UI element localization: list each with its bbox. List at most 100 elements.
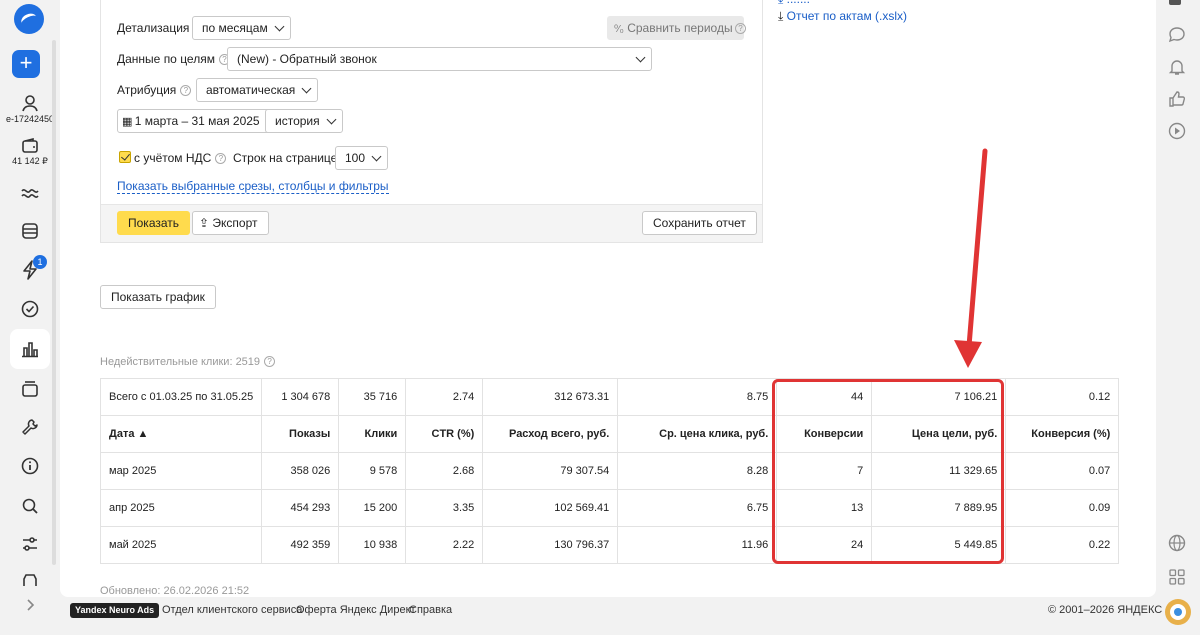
- export-button[interactable]: ⇪ Экспорт: [192, 211, 269, 235]
- table-cell: 6.75: [617, 489, 778, 527]
- tasks-item[interactable]: [0, 300, 60, 318]
- app-square-icon[interactable]: [1168, 0, 1188, 12]
- report-filters-panel: Детализация по месяцам ⁰⁄₀ Сравнить пери…: [100, 0, 763, 243]
- table-cell: 0.12: [1005, 378, 1120, 416]
- campaigns-item[interactable]: [0, 184, 60, 200]
- wallet-icon: [22, 138, 38, 153]
- expand-sidebar-button[interactable]: [0, 598, 60, 612]
- column-header-ctr[interactable]: CTR (%): [405, 415, 484, 453]
- app-logo-icon[interactable]: [14, 4, 44, 34]
- table-cell: 0.09: [1005, 489, 1120, 527]
- layers-icon: [22, 381, 38, 397]
- wallet-item[interactable]: 41 142 ₽: [0, 138, 60, 167]
- play-icon[interactable]: [1168, 122, 1188, 142]
- table-cell: 2.74: [405, 378, 484, 416]
- vat-help-icon[interactable]: ?: [215, 153, 227, 164]
- reports-item[interactable]: [0, 340, 60, 358]
- table-row: мар 2025 358 026 9 578 2.68 79 307.54 8.…: [99, 452, 1120, 490]
- table-cell: 1 304 678: [261, 378, 340, 416]
- column-header-date[interactable]: Дата ▲: [99, 415, 263, 453]
- table-cell: 102 569.41: [482, 489, 619, 527]
- chevron-right-icon: [27, 599, 35, 611]
- column-header-conversions[interactable]: Конверсии: [776, 415, 873, 453]
- bell-icon[interactable]: [1168, 58, 1188, 78]
- goals-select[interactable]: (New) - Обратный звонок: [227, 47, 652, 71]
- waves-icon: [21, 189, 39, 198]
- sidebar-scrollbar[interactable]: [52, 40, 56, 565]
- chevron-down-icon: [274, 21, 285, 32]
- goals-select-value: (New) - Обратный звонок: [237, 52, 377, 66]
- right-sidebar: [1156, 0, 1200, 635]
- chevron-down-icon: [635, 52, 646, 63]
- attribution-select[interactable]: автоматическая: [196, 78, 319, 102]
- footer-link-help[interactable]: Справка: [409, 604, 452, 616]
- tools-item[interactable]: [0, 418, 60, 436]
- invalid-clicks-help-icon[interactable]: ?: [264, 356, 276, 367]
- table-cell: 24: [776, 526, 873, 564]
- globe-icon[interactable]: [1168, 534, 1188, 554]
- date-range-picker[interactable]: ▦ 1 марта – 31 мая 2025: [117, 109, 271, 133]
- thumbs-up-icon[interactable]: [1168, 90, 1188, 110]
- user-avatar[interactable]: [1164, 598, 1192, 626]
- automation-item[interactable]: [0, 260, 60, 280]
- table-row: май 2025 492 359 10 938 2.22 130 796.37 …: [99, 526, 1120, 564]
- create-button[interactable]: +: [12, 50, 40, 78]
- table-cell: 312 673.31: [482, 378, 619, 416]
- upload-icon: ⇪: [199, 216, 210, 230]
- show-button[interactable]: Показать: [117, 211, 191, 235]
- column-header-conversion-rate[interactable]: Конверсия (%): [1005, 415, 1120, 453]
- column-header-impressions[interactable]: Показы: [261, 415, 340, 453]
- show-chart-button[interactable]: Показать график: [100, 285, 216, 309]
- yandex-neuro-ads-logo[interactable]: Yandex Neuro Ads: [70, 603, 160, 618]
- layers-item[interactable]: [0, 380, 60, 398]
- settings-item[interactable]: [0, 535, 60, 553]
- chat-icon[interactable]: [1168, 26, 1188, 46]
- footer-link-client-service[interactable]: Отдел клиентского сервиса: [162, 604, 302, 616]
- annotation-arrow-icon: [954, 148, 988, 368]
- goals-label: Данные по целям?: [117, 52, 230, 66]
- column-header-clicks[interactable]: Клики: [338, 415, 407, 453]
- rows-per-page-label: Строк на странице: [233, 151, 338, 165]
- table-cell: 35 716: [338, 378, 407, 416]
- info-icon: [21, 457, 39, 475]
- vat-checkbox[interactable]: [119, 151, 131, 163]
- attribution-select-value: автоматическая: [206, 83, 296, 97]
- more-item[interactable]: [0, 572, 60, 586]
- footer-copyright: © 2001–2026 ЯНДЕКС: [1048, 604, 1163, 616]
- column-header-spend[interactable]: Расход всего, руб.: [482, 415, 619, 453]
- user-icon: [22, 95, 38, 112]
- download-partial-link[interactable]: ⤓ .......: [778, 0, 810, 4]
- attribution-help-icon[interactable]: ?: [180, 85, 192, 96]
- apps-grid-icon[interactable]: [1168, 568, 1188, 588]
- account-item[interactable]: e-17242450: [0, 94, 60, 124]
- attribution-label-text: Атрибуция: [117, 83, 177, 97]
- check-circle-icon: [21, 300, 39, 318]
- history-select[interactable]: история: [265, 109, 343, 133]
- acts-report-link[interactable]: ⤓ Отчет по актам (.xslx): [778, 9, 907, 24]
- column-header-avg-cpc[interactable]: Ср. цена клика, руб.: [617, 415, 778, 453]
- table-cell: 7 106.21: [871, 378, 1007, 416]
- compare-periods-button[interactable]: ⁰⁄₀ Сравнить периоды: [607, 16, 744, 40]
- info-item[interactable]: [0, 457, 60, 475]
- table-cell: 0.07: [1005, 452, 1120, 490]
- history-select-value: история: [275, 114, 320, 128]
- rows-per-page-value: 100: [345, 151, 366, 165]
- table-cell: 15 200: [338, 489, 407, 527]
- rows-per-page-select[interactable]: 100: [335, 146, 389, 170]
- updated-timestamp: Обновлено: 26.02.2026 21:52: [100, 585, 250, 597]
- footer-link-offer[interactable]: Оферта Яндекс Директ: [296, 604, 416, 616]
- date-range-value: 1 марта – 31 мая 2025: [134, 114, 260, 128]
- search-item[interactable]: [0, 497, 60, 515]
- table-cell: Всего с 01.03.25 по 31.05.25: [99, 378, 263, 416]
- compare-help-icon[interactable]: ?: [735, 23, 746, 34]
- detail-select[interactable]: по месяцам: [192, 16, 291, 40]
- wrench-icon: [22, 419, 38, 435]
- show-slices-link[interactable]: Показать выбранные срезы, столбцы и филь…: [117, 180, 389, 194]
- table-cell: 8.75: [617, 378, 778, 416]
- table-cell: 9 578: [338, 452, 407, 490]
- save-report-button[interactable]: Сохранить отчет: [642, 211, 757, 235]
- database-item[interactable]: [0, 222, 60, 240]
- shop-icon: [23, 574, 37, 586]
- goals-label-text: Данные по целям: [117, 52, 215, 66]
- column-header-cost-per-goal[interactable]: Цена цели, руб.: [871, 415, 1007, 453]
